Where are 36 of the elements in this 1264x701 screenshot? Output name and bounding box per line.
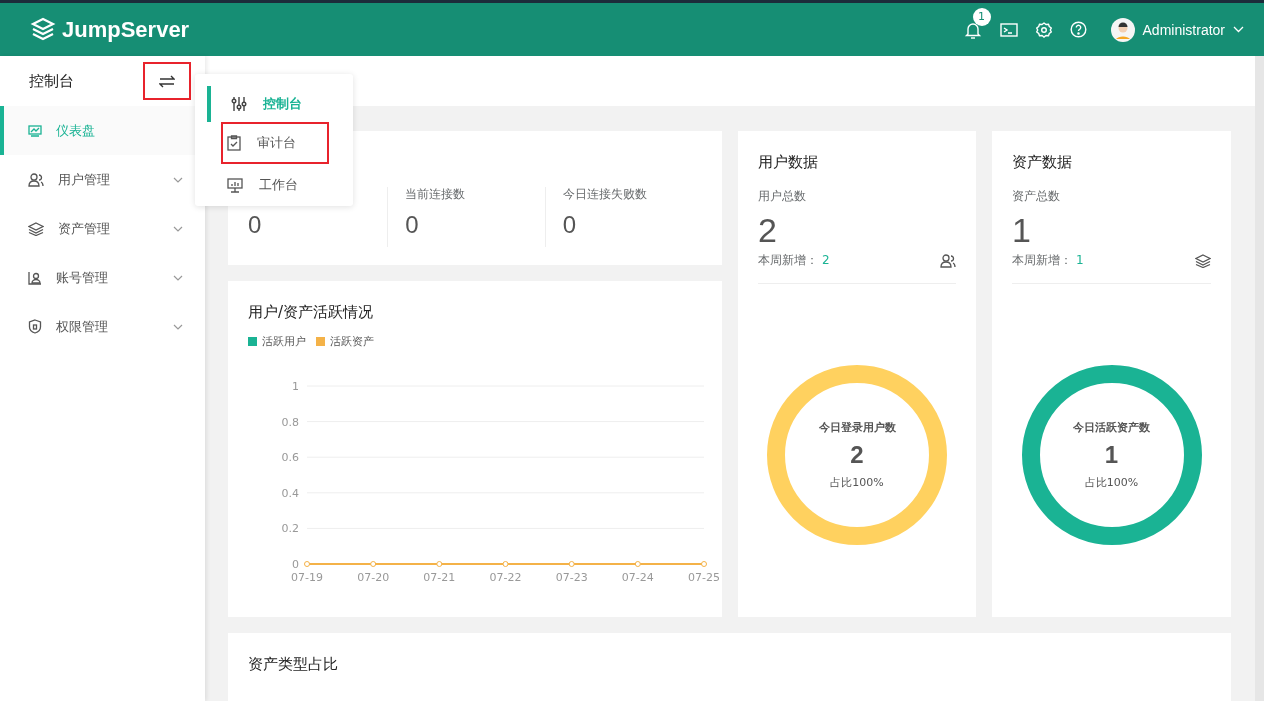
axis-label: 07-21 xyxy=(423,571,456,584)
axis-label: 0.6 xyxy=(281,451,299,465)
notification-count: 1 xyxy=(972,7,991,26)
axis-label: 07-19 xyxy=(291,571,323,584)
ring-value: 2 xyxy=(850,441,864,469)
stat-value: 0 xyxy=(405,211,420,239)
axis-label: 0 xyxy=(292,558,299,571)
axis-label: 07-20 xyxy=(357,571,390,584)
stat-value: 2 xyxy=(758,211,778,250)
card-title: 资产数据 xyxy=(1012,153,1073,172)
card-title: 资产类型占比 xyxy=(248,655,339,674)
ring-ratio: 占比100% xyxy=(1084,475,1139,490)
stat-value: 0 xyxy=(248,211,263,239)
axis-label: 1 xyxy=(292,380,299,393)
stat-value: 0 xyxy=(562,211,577,239)
weekly-new-text: 本周新增： 2 xyxy=(758,252,830,269)
axis-label: 07-23 xyxy=(555,571,588,584)
ring-title: 今日活跃资产数 xyxy=(1073,420,1150,435)
card-title: 用户数据 xyxy=(758,153,819,172)
sidebar-title: 控制台 xyxy=(29,71,74,91)
stat-label: 资产总数 xyxy=(1012,188,1061,205)
axis-label: 0.8 xyxy=(281,415,299,429)
axis-label: 0.2 xyxy=(281,522,299,536)
ring-title: 今日登录用户数 xyxy=(818,420,896,435)
axis-label: 07-24 xyxy=(621,571,654,584)
stat-value: 1 xyxy=(1012,211,1032,250)
ring-value: 1 xyxy=(1104,441,1119,469)
stat-label: 今日连接失败数 xyxy=(562,186,648,203)
ring-ratio: 占比100% xyxy=(830,475,884,490)
stat-label: 用户总数 xyxy=(758,188,807,205)
weekly-new-text: 本周新增： 1 xyxy=(1012,252,1084,269)
axis-label: 07-22 xyxy=(489,571,522,584)
axis-label: 0.4 xyxy=(281,486,299,500)
card-title: 用户/资产活跃情况 xyxy=(248,303,375,322)
axis-label: 07-25 xyxy=(688,571,720,584)
stat-label: 当前连接数 xyxy=(405,186,467,203)
